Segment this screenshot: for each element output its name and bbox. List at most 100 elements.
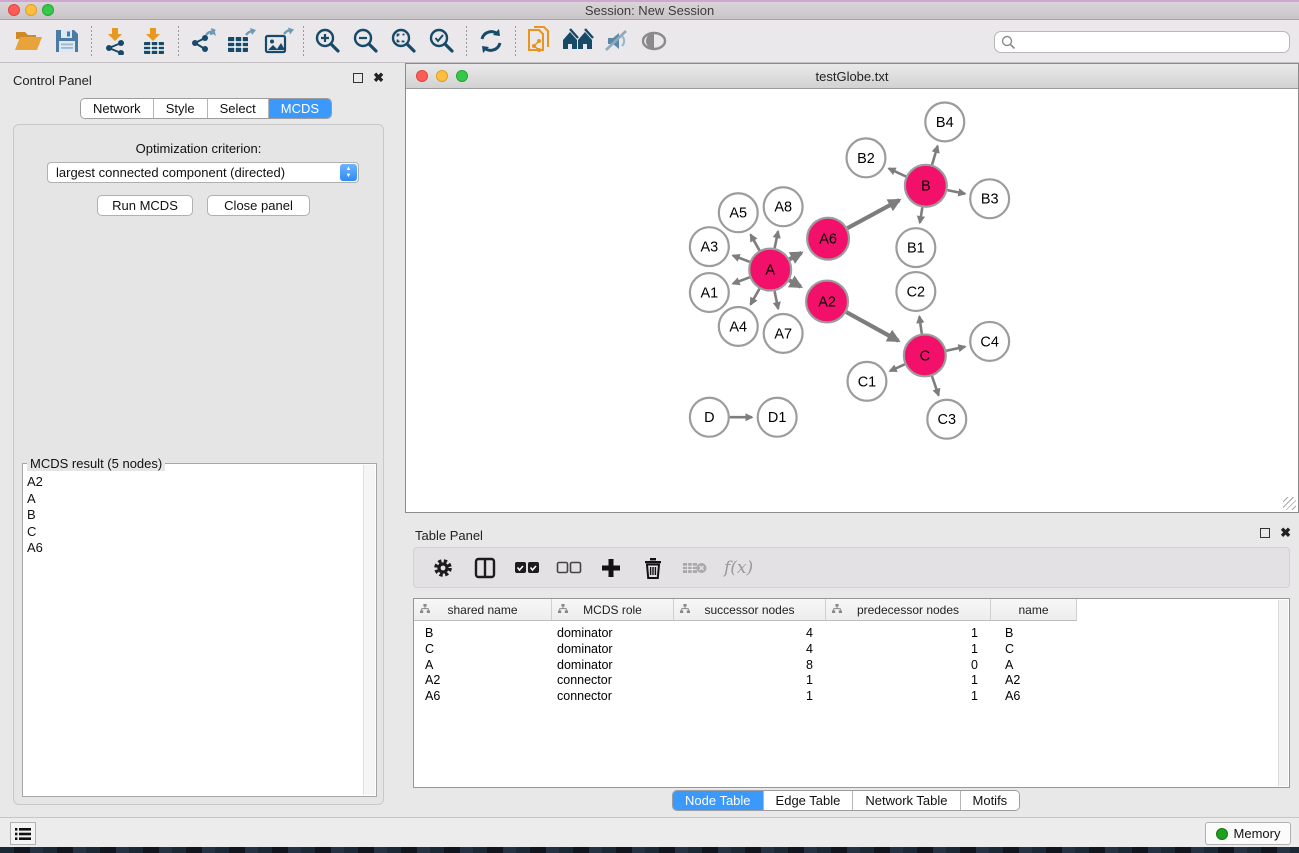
table-cell[interactable]: 1: [826, 641, 991, 657]
table-row[interactable]: Adominator80A: [414, 657, 1077, 673]
graph-edge-B-B2[interactable]: [889, 168, 906, 176]
table-cell[interactable]: C: [414, 641, 552, 657]
column-header-successor-nodes[interactable]: successor nodes: [674, 599, 826, 621]
graph-edge-B-B1[interactable]: [920, 207, 922, 222]
graph-edge-A-A3[interactable]: [733, 256, 750, 262]
result-item[interactable]: C: [27, 524, 362, 541]
table-cell[interactable]: C: [991, 641, 1077, 657]
table-cell[interactable]: B: [991, 625, 1077, 641]
window-resize-grip[interactable]: [1283, 497, 1296, 510]
table-cell[interactable]: dominator: [552, 641, 674, 657]
table-cell[interactable]: A2: [414, 672, 552, 688]
table-row[interactable]: A6connector11A6: [414, 688, 1077, 704]
close-panel-button[interactable]: Close panel: [207, 195, 310, 216]
graph-edge-C-C2[interactable]: [919, 316, 921, 333]
table-cell[interactable]: 8: [674, 657, 826, 673]
tab-node-table[interactable]: Node Table: [673, 791, 764, 810]
table-cell[interactable]: B: [414, 625, 552, 641]
table-cell[interactable]: A6: [991, 688, 1077, 704]
eye-button[interactable]: [635, 23, 673, 59]
function-builder-button[interactable]: f(x): [724, 558, 753, 578]
graph-edge-A-A8[interactable]: [775, 231, 778, 248]
network-canvas[interactable]: AA2A6BCA1A3A4A5A7A8B1B2B3B4C1C2C3C4DD1: [406, 89, 1298, 512]
column-header-name[interactable]: name: [991, 599, 1077, 621]
tab-motifs[interactable]: Motifs: [961, 791, 1020, 810]
float-panel-icon[interactable]: [353, 73, 363, 83]
select-all-columns-button[interactable]: [514, 555, 540, 581]
table-settings-button[interactable]: [430, 555, 456, 581]
graph-edge-B-B4[interactable]: [932, 146, 938, 165]
tab-edge-table[interactable]: Edge Table: [764, 791, 854, 810]
network-graph[interactable]: AA2A6BCA1A3A4A5A7A8B1B2B3B4C1C2C3C4DD1: [406, 89, 1298, 512]
table-cell[interactable]: A2: [991, 672, 1077, 688]
graph-edge-A-A4[interactable]: [751, 289, 760, 305]
delete-table-button[interactable]: [682, 555, 708, 581]
network-from-selection-button[interactable]: [521, 23, 559, 59]
search-input[interactable]: [994, 31, 1290, 53]
table-cell[interactable]: 1: [826, 688, 991, 704]
table-scrollbar[interactable]: [1278, 600, 1288, 786]
zoom-selected-button[interactable]: [423, 23, 461, 59]
apply-layout-button[interactable]: [472, 23, 510, 59]
graph-edge-A-A2[interactable]: [789, 280, 800, 286]
result-item[interactable]: A2: [27, 474, 362, 491]
tab-mcds[interactable]: MCDS: [269, 99, 331, 118]
delete-column-button[interactable]: [640, 555, 666, 581]
result-item[interactable]: B: [27, 507, 362, 524]
graph-edge-A-A1[interactable]: [733, 277, 750, 283]
open-session-button[interactable]: [10, 23, 48, 59]
split-view-button[interactable]: [472, 555, 498, 581]
save-session-button[interactable]: [48, 23, 86, 59]
close-panel-icon[interactable]: ✖: [1280, 528, 1291, 538]
houses-button[interactable]: [559, 23, 597, 59]
table-cell[interactable]: A: [414, 657, 552, 673]
export-table-button[interactable]: [222, 23, 260, 59]
table-cell[interactable]: A6: [414, 688, 552, 704]
graph-edge-A-A6[interactable]: [790, 253, 802, 259]
tab-style[interactable]: Style: [154, 99, 208, 118]
float-panel-icon[interactable]: [1260, 528, 1270, 538]
hide-graphics-details-button[interactable]: [597, 23, 635, 59]
result-item[interactable]: A: [27, 491, 362, 508]
table-cell[interactable]: A: [991, 657, 1077, 673]
zoom-fit-button[interactable]: [385, 23, 423, 59]
zoom-out-button[interactable]: [347, 23, 385, 59]
export-image-button[interactable]: [260, 23, 298, 59]
graph-edge-A2-C[interactable]: [846, 312, 898, 341]
import-network-button[interactable]: [97, 23, 135, 59]
task-history-button[interactable]: [10, 822, 36, 845]
graph-edge-C-C4[interactable]: [946, 347, 965, 351]
table-cell[interactable]: dominator: [552, 657, 674, 673]
result-scrollbar[interactable]: [363, 465, 375, 795]
network-window-titlebar[interactable]: testGlobe.txt: [406, 64, 1298, 89]
mcds-result-list[interactable]: A2 A B C A6: [25, 474, 362, 794]
graph-edge-B-B3[interactable]: [947, 190, 965, 194]
table-cell[interactable]: 1: [826, 672, 991, 688]
table-row[interactable]: A2connector11A2: [414, 672, 1077, 688]
result-item[interactable]: A6: [27, 540, 362, 557]
node-table[interactable]: shared nameMCDS rolesuccessor nodesprede…: [413, 598, 1290, 788]
tab-network[interactable]: Network: [81, 99, 154, 118]
deselect-all-columns-button[interactable]: [556, 555, 582, 581]
tab-select[interactable]: Select: [208, 99, 269, 118]
table-cell[interactable]: 1: [674, 688, 826, 704]
memory-button[interactable]: Memory: [1205, 822, 1291, 845]
table-cell[interactable]: connector: [552, 688, 674, 704]
graph-edge-A6-B[interactable]: [847, 200, 899, 228]
import-table-button[interactable]: [135, 23, 173, 59]
column-header-shared-name[interactable]: shared name: [414, 599, 552, 621]
table-cell[interactable]: 4: [674, 641, 826, 657]
tab-network-table[interactable]: Network Table: [853, 791, 960, 810]
table-cell[interactable]: 1: [674, 672, 826, 688]
graph-edge-C-C3[interactable]: [932, 376, 939, 395]
table-row[interactable]: Cdominator41C: [414, 641, 1077, 657]
export-network-button[interactable]: [184, 23, 222, 59]
table-cell[interactable]: dominator: [552, 625, 674, 641]
table-row[interactable]: Bdominator41B: [414, 625, 1077, 641]
table-cell[interactable]: connector: [552, 672, 674, 688]
graph-edge-A-A5[interactable]: [751, 235, 760, 251]
column-header-predecessor-nodes[interactable]: predecessor nodes: [826, 599, 991, 621]
optimization-criterion-select[interactable]: largest connected component (directed) ▲…: [47, 162, 359, 183]
graph-edge-C-C1[interactable]: [890, 364, 905, 371]
zoom-in-button[interactable]: [309, 23, 347, 59]
